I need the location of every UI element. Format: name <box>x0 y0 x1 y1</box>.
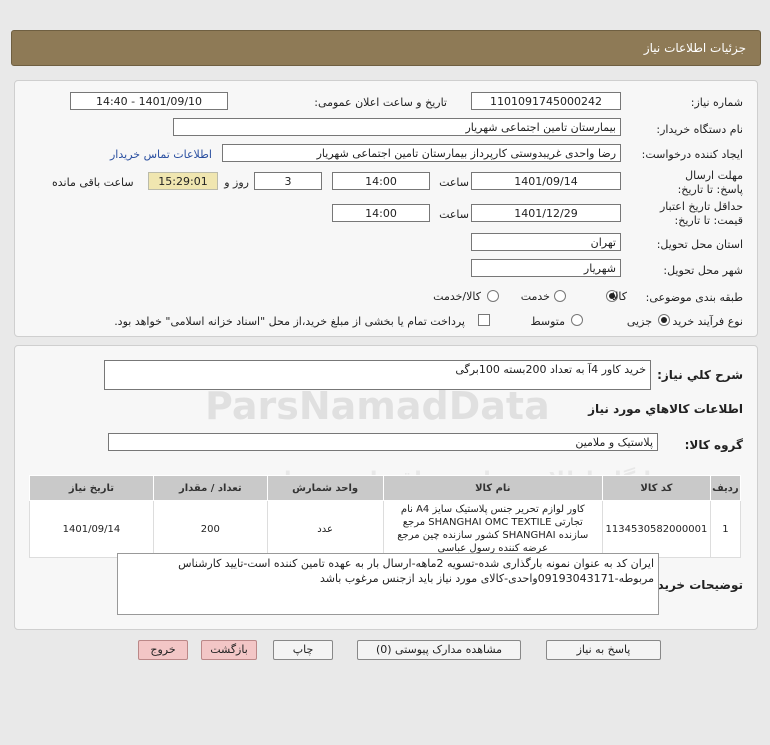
city-label: شهر محل تحویل: <box>663 264 743 277</box>
days-label: روز و <box>224 176 249 189</box>
process-option-minor: جزیی <box>626 315 652 328</box>
deadline-date-field[interactable]: 1401/09/14 <box>471 172 621 190</box>
page-title: جزئیات اطلاعات نیاز <box>643 41 746 55</box>
province-label: استان محل تحویل: <box>656 238 743 251</box>
back-button[interactable]: بازگشت <box>201 640 257 660</box>
category-radio-goods-service[interactable] <box>487 290 499 302</box>
col-header-qty: تعداد / مقدار <box>152 475 268 501</box>
cell-qty: 200 <box>152 500 268 558</box>
validity-time-field[interactable]: 14:00 <box>332 204 430 222</box>
cell-unit: عدد <box>266 500 384 558</box>
process-radio-medium[interactable] <box>571 314 583 326</box>
creator-field[interactable]: رضا واحدی غریبدوستی کارپرداز بیمارستان ت… <box>222 144 621 162</box>
province-field[interactable]: تهران <box>471 233 621 251</box>
process-radio-minor[interactable] <box>658 314 670 326</box>
announce-label: تاریخ و ساعت اعلان عمومی: <box>314 96 447 109</box>
validity-date-field[interactable]: 1401/12/29 <box>471 204 621 222</box>
col-header-name: نام کالا <box>382 475 604 501</box>
category-option-goods-service: کالا/خدمت <box>433 290 481 303</box>
category-radio-service[interactable] <box>554 290 566 302</box>
cell-code: 1134530582000001 <box>602 500 711 558</box>
category-option-goods: کالا <box>612 290 627 303</box>
goods-group-label: گروه کالا: <box>684 438 743 452</box>
deadline-time-label: ساعت <box>439 176 469 189</box>
remaining-label: ساعت باقی مانده <box>52 176 134 189</box>
page-header: جزئیات اطلاعات نیاز <box>11 30 761 66</box>
goods-group-field[interactable]: پلاستیک و ملامین <box>108 433 658 451</box>
buyer-org-field[interactable]: بیمارستان تامین اجتماعی شهریار <box>173 118 621 136</box>
buyer-contact-link[interactable]: اطلاعات تماس خریدار <box>110 148 212 161</box>
description-label: شرح کلي نياز: <box>657 368 743 382</box>
deadline-label: مهلت ارسال پاسخ: تا تاریخ: <box>677 169 743 196</box>
days-field[interactable]: 3 <box>254 172 322 190</box>
exit-button[interactable]: خروج <box>138 640 188 660</box>
treasury-payment-note: پرداخت تمام یا بخشی از مبلغ خرید،از محل … <box>114 315 465 328</box>
table-row[interactable]: 1 1134530582000001 کاور لوازم تحریر جنس … <box>29 500 742 558</box>
goods-section-title: اطلاعات کالاهاي مورد نياز <box>588 402 743 416</box>
table-header-row: ردیف کد کالا نام کالا واحد شمارش تعداد /… <box>29 475 742 501</box>
goods-table: ردیف کد کالا نام کالا واحد شمارش تعداد /… <box>29 475 742 558</box>
category-label: طبقه بندی موضوعی: <box>645 291 743 304</box>
cell-name: کاور لوازم تحریر جنس پلاستیک سایز A4 نام… <box>382 500 604 558</box>
description-field[interactable]: خرید کاور 4آ به تعداد 200بسته 100برگی <box>104 360 651 390</box>
remaining-time-field: 15:29:01 <box>148 172 218 190</box>
city-field[interactable]: شهریار <box>471 259 621 277</box>
cell-date: 1401/09/14 <box>29 500 154 558</box>
deadline-time-field[interactable]: 14:00 <box>332 172 430 190</box>
process-label: نوع فرآیند خرید : <box>665 315 743 328</box>
buyer-org-label: نام دستگاه خریدار: <box>656 123 743 136</box>
validity-time-label: ساعت <box>439 208 469 221</box>
creator-label: ایجاد کننده درخواست: <box>641 148 743 161</box>
need-number-label: شماره نیاز: <box>690 96 743 109</box>
process-option-medium: متوسط <box>530 315 565 328</box>
buyer-notes-field[interactable]: ایران کد به عنوان نمونه بارگذاری شده-تسو… <box>117 553 659 615</box>
treasury-payment-checkbox[interactable] <box>478 314 490 326</box>
validity-label: حداقل تاریخ اعتبار قیمت: تا تاریخ: <box>659 200 743 227</box>
col-header-unit: واحد شمارش <box>266 475 384 501</box>
col-header-row: ردیف <box>709 475 742 501</box>
col-header-date: تاریخ نیاز <box>29 475 154 501</box>
reply-button[interactable]: پاسخ به نیاز <box>546 640 661 660</box>
cell-row: 1 <box>709 500 742 558</box>
view-attachments-button[interactable]: مشاهده مدارک پیوستی (0) <box>357 640 521 660</box>
category-option-service: خدمت <box>520 290 550 303</box>
print-button[interactable]: چاپ <box>273 640 333 660</box>
announce-field[interactable]: 1401/09/10 - 14:40 <box>70 92 228 110</box>
col-header-code: کد کالا <box>602 475 711 501</box>
need-number-field[interactable]: 1101091745000242 <box>471 92 621 110</box>
